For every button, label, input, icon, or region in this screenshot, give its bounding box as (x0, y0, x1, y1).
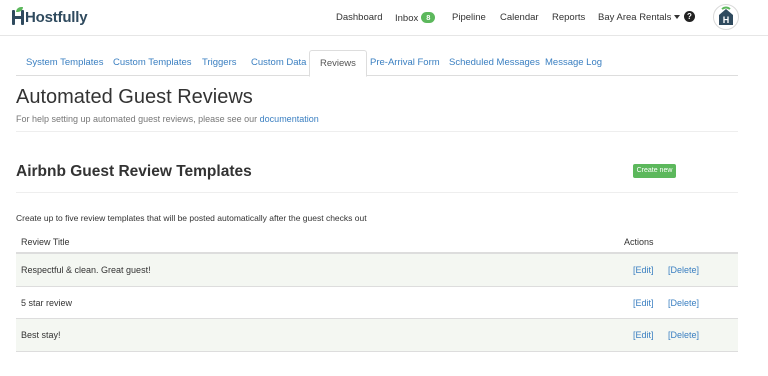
section-title: Airbnb Guest Review Templates (16, 163, 252, 180)
delete-link[interactable]: [Delete] (668, 265, 699, 275)
nav-pipeline[interactable]: Pipeline (452, 12, 486, 23)
caret-down-icon (674, 15, 681, 19)
help-text: For help setting up automated guest revi… (16, 114, 319, 124)
logo-icon (12, 7, 24, 26)
tab-triggers[interactable]: Triggers (202, 50, 237, 76)
edit-link[interactable]: [Edit] (633, 330, 654, 340)
agency-dropdown-label: Bay Area Rentals (598, 12, 672, 23)
logo-text: Hostfully (25, 8, 88, 26)
column-header-title: Review Title (21, 237, 70, 247)
page-title: Automated Guest Reviews (16, 86, 253, 108)
nav-inbox-label: Inbox (395, 13, 419, 24)
column-header-actions: Actions (624, 237, 654, 247)
table-row: 5 star review [Edit] [Delete] (16, 287, 738, 319)
intro-text: Create up to five review templates that … (16, 213, 367, 223)
review-title: Best stay! (21, 330, 61, 340)
delete-link[interactable]: [Delete] (668, 330, 699, 340)
divider (16, 192, 738, 193)
tab-custom-data[interactable]: Custom Data (251, 50, 306, 76)
review-title: Respectful & clean. Great guest! (21, 265, 151, 275)
nav-inbox[interactable]: Inbox 8 (395, 12, 436, 24)
table-header: Review Title Actions (16, 231, 738, 254)
hostfully-logo[interactable]: Hostfully (12, 6, 88, 28)
help-text-prefix: For help setting up automated guest revi… (16, 114, 258, 124)
review-title: 5 star review (21, 297, 73, 308)
table-row: Best stay! [Edit] [Delete] (16, 319, 738, 352)
tab-pre-arrival-form[interactable]: Pre-Arrival Form (370, 50, 440, 76)
edit-link[interactable]: [Edit] (633, 265, 654, 275)
inbox-count-badge: 8 (421, 12, 436, 23)
delete-link[interactable]: [Delete] (668, 298, 699, 308)
tab-scheduled-messages[interactable]: Scheduled Messages (449, 50, 540, 76)
top-navbar: Hostfully Dashboard Inbox 8 Pipeline Cale… (0, 0, 768, 36)
settings-tabs: System Templates Custom Templates Trigge… (16, 50, 738, 77)
nav-calendar[interactable]: Calendar (500, 12, 539, 23)
documentation-link[interactable]: documentation (260, 114, 319, 124)
tab-reviews[interactable]: Reviews (309, 50, 367, 77)
question-circle-icon[interactable]: ? (684, 11, 695, 22)
user-avatar[interactable]: H (713, 4, 739, 30)
nav-dashboard[interactable]: Dashboard (336, 12, 382, 23)
create-new-button[interactable]: Create new (633, 164, 676, 178)
tab-system-templates[interactable]: System Templates (26, 50, 103, 76)
nav-reports[interactable]: Reports (552, 12, 585, 23)
agency-dropdown[interactable]: Bay Area Rentals (598, 12, 681, 23)
edit-link[interactable]: [Edit] (633, 298, 654, 308)
review-templates-table: Review Title Actions Respectful & clean.… (16, 231, 738, 352)
tab-message-log[interactable]: Message Log (545, 50, 602, 76)
avatar-letter: H (723, 15, 730, 25)
divider (16, 131, 738, 132)
table-row: Respectful & clean. Great guest! [Edit] … (16, 254, 738, 287)
tab-custom-templates[interactable]: Custom Templates (113, 50, 192, 76)
